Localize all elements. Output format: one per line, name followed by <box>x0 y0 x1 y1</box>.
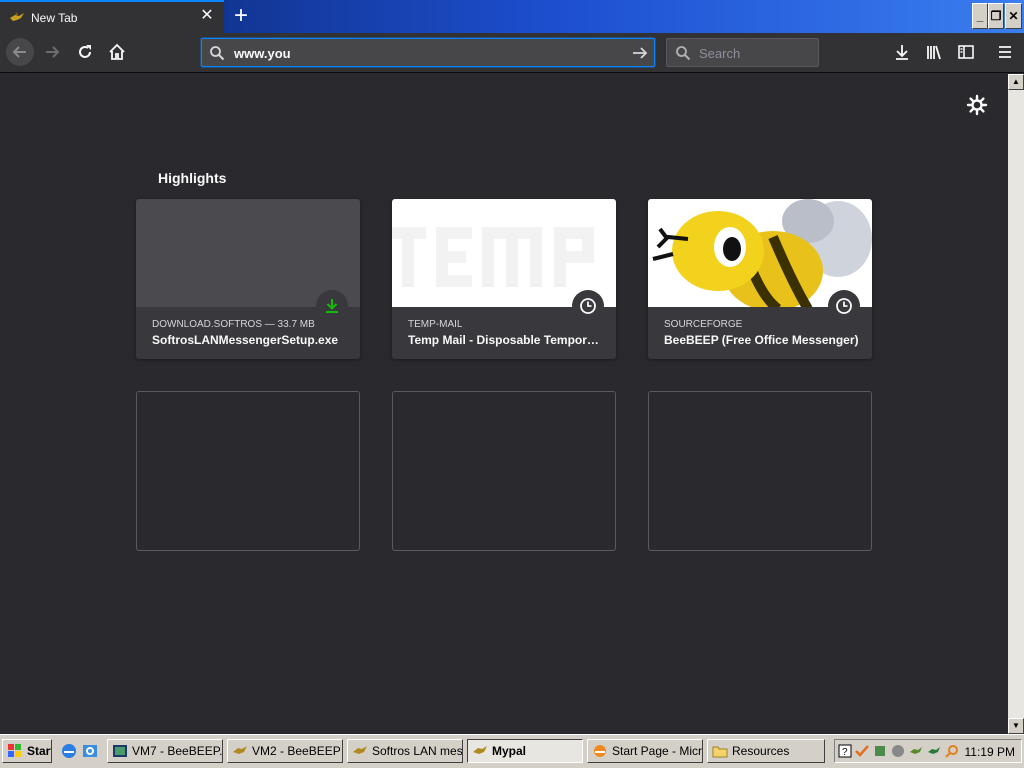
outlook-express-icon[interactable] <box>81 742 99 760</box>
clock: 11:19 PM <box>964 745 1015 759</box>
arrow-right-icon <box>46 46 60 58</box>
tab-new-tab[interactable]: New Tab ✕ <box>0 0 224 33</box>
downloads-button[interactable] <box>888 38 916 66</box>
sidebar-button[interactable] <box>952 38 980 66</box>
search-bar[interactable] <box>666 38 819 67</box>
new-tab-page: Highlights DOWNLOAD.SOFTROS — 33.7 MB So… <box>0 74 1008 734</box>
highlight-card[interactable]: SOURCEFORGE BeeBEEP (Free Office Messeng… <box>648 199 872 359</box>
mypal-bird-icon <box>473 746 487 754</box>
download-badge <box>316 290 348 322</box>
clock-tray-icon[interactable] <box>891 744 905 758</box>
restore-button[interactable]: ❐ <box>988 3 1004 29</box>
arrow-left-icon <box>12 46 26 58</box>
mypal-bird-icon <box>10 12 24 21</box>
minimize-button[interactable]: _ <box>972 3 988 29</box>
highlight-card[interactable]: TEMP-MAIL Temp Mail - Disposable Tempora… <box>392 199 616 359</box>
internet-explorer-icon[interactable] <box>60 742 78 760</box>
svg-text:?: ? <box>842 747 848 758</box>
taskbar-button[interactable]: Softros LAN mes... <box>347 739 463 763</box>
close-tab-icon[interactable]: ✕ <box>198 7 216 25</box>
start-label: Start <box>27 744 52 758</box>
system-tray: ? 11:19 PM <box>834 739 1022 763</box>
taskbar-button-label: Mypal <box>492 744 527 758</box>
close-window-button[interactable]: ✕ <box>1005 3 1022 29</box>
clock-icon <box>836 298 852 314</box>
reload-icon <box>79 45 91 58</box>
scroll-up-arrow-icon[interactable]: ▲ <box>1008 74 1024 90</box>
card-title: BeeBEEP (Free Office Messenger) <box>664 333 859 347</box>
empty-highlight-slot <box>392 391 616 551</box>
clock-badge <box>828 290 860 322</box>
title-bar: New Tab ✕ + _ ❐ ✕ <box>0 0 1024 33</box>
menu-button[interactable] <box>991 38 1019 66</box>
go-arrow-icon[interactable] <box>631 44 649 62</box>
taskbar-button-label: VM7 - BeeBEEP... <box>132 744 223 758</box>
search-input[interactable] <box>697 42 812 64</box>
library-button[interactable] <box>920 38 948 66</box>
hamburger-menu-icon <box>999 46 1011 58</box>
download-icon <box>896 45 908 60</box>
address-bar[interactable] <box>201 38 655 67</box>
card-title: SoftrosLANMessengerSetup.exe <box>152 333 339 347</box>
taskbar-button-label: Resources <box>732 744 790 758</box>
gear-icon[interactable] <box>966 94 988 116</box>
sidebar-icon <box>958 45 974 59</box>
forward-button[interactable] <box>38 38 66 66</box>
taskbar-button-label: Softros LAN mes... <box>372 744 463 758</box>
search-icon <box>676 46 691 61</box>
start-button[interactable]: Start <box>2 739 52 763</box>
address-input[interactable] <box>232 42 612 64</box>
taskbar: Start VM7 - BeeBEEP... VM2 - BeeBEEP Sof… <box>0 734 1024 768</box>
card-source: DOWNLOAD.SOFTROS — 33.7 MB <box>152 319 315 330</box>
clock-badge <box>572 290 604 322</box>
card-source: TEMP-MAIL <box>408 319 463 330</box>
home-icon <box>109 43 125 60</box>
reload-button[interactable] <box>71 38 99 66</box>
vertical-scrollbar[interactable]: ▲ ▼ <box>1008 74 1024 734</box>
bird-tray-icon[interactable] <box>909 744 923 758</box>
checkmark-icon[interactable] <box>855 744 869 758</box>
search-icon <box>210 46 225 61</box>
edge-browser-icon <box>594 745 606 757</box>
search-tray-icon[interactable] <box>945 744 959 758</box>
navigation-toolbar <box>0 33 1024 73</box>
taskbar-button[interactable]: VM2 - BeeBEEP <box>227 739 343 763</box>
taskbar-button-label: Start Page - Micr... <box>612 744 703 758</box>
library-icon <box>927 45 941 60</box>
highlight-card[interactable]: DOWNLOAD.SOFTROS — 33.7 MB SoftrosLANMes… <box>136 199 360 359</box>
scroll-down-arrow-icon[interactable]: ▼ <box>1008 718 1024 734</box>
windows-logo-icon <box>8 744 21 757</box>
home-button[interactable] <box>103 38 131 66</box>
highlights-heading: Highlights <box>158 170 227 186</box>
clock-icon <box>580 298 596 314</box>
taskbar-button[interactable]: Resources <box>707 739 825 763</box>
help-icon[interactable]: ? <box>838 744 852 758</box>
download-icon <box>326 299 338 313</box>
taskbar-button[interactable]: VM7 - BeeBEEP... <box>107 739 223 763</box>
tab-title: New Tab <box>31 11 78 25</box>
network-icon[interactable] <box>873 744 887 758</box>
bird-app-icon <box>353 746 367 754</box>
vm-window-icon <box>113 745 127 757</box>
card-title: Temp Mail - Disposable Temporary Email <box>408 333 604 347</box>
bird-tray-icon[interactable] <box>927 744 941 758</box>
card-source: SOURCEFORGE <box>664 319 743 330</box>
new-tab-button[interactable]: + <box>228 4 254 30</box>
taskbar-button-active[interactable]: Mypal <box>467 739 583 763</box>
bird-app-icon <box>233 746 247 754</box>
taskbar-button-label: VM2 - BeeBEEP <box>252 744 341 758</box>
empty-highlight-slot <box>136 391 360 551</box>
empty-highlight-slot <box>648 391 872 551</box>
folder-icon <box>712 746 728 758</box>
taskbar-button[interactable]: Start Page - Micr... <box>587 739 703 763</box>
back-button[interactable] <box>6 38 34 66</box>
